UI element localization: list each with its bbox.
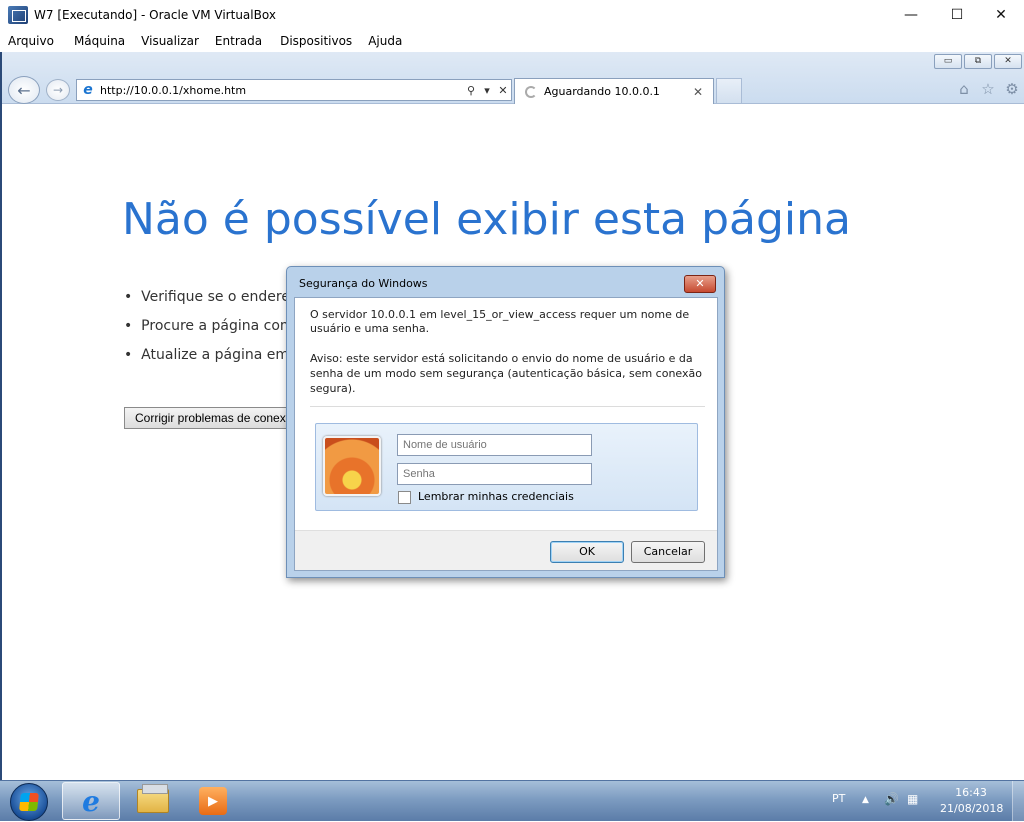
taskbar-file-explorer[interactable] [124, 782, 182, 820]
language-indicator[interactable]: PT [832, 792, 845, 805]
show-hidden-icons-icon[interactable]: ▲ [862, 795, 869, 805]
windows-security-dialog: Segurança do Windows ✕ O servidor 10.0.0… [286, 266, 725, 578]
browser-minimize-button[interactable]: ▭ [934, 54, 962, 69]
menu-dispositivos[interactable]: Dispositivos [272, 34, 360, 48]
username-field[interactable] [397, 434, 592, 456]
host-menubar: Arquivo Máquina Visualizar Entrada Dispo… [0, 30, 1024, 52]
host-minimize-button[interactable]: — [888, 0, 934, 30]
start-button[interactable] [10, 783, 48, 821]
ok-button[interactable]: OK [550, 541, 624, 563]
browser-toolbar: ▭ ⧉ ✕ ← → e http://10.0.0.1/xhome.htm ⚲ … [2, 52, 1024, 104]
tab-close-icon[interactable]: ✕ [693, 85, 709, 99]
menu-ajuda[interactable]: Ajuda [360, 34, 410, 48]
address-bar[interactable]: e http://10.0.0.1/xhome.htm ⚲ ▾ ✕ [76, 79, 512, 101]
back-button[interactable]: ← [8, 76, 40, 104]
folder-icon [137, 784, 169, 813]
host-titlebar: W7 [Executando] - Oracle VM VirtualBox [0, 0, 1024, 30]
tab-label: Aguardando 10.0.0.1 [544, 85, 660, 98]
error-bullet: • Verifique se o endereç [124, 289, 298, 305]
windows-logo-icon [19, 793, 39, 811]
dialog-title: Segurança do Windows [299, 277, 428, 290]
browser-close-button[interactable]: ✕ [994, 54, 1022, 69]
menu-maquina[interactable]: Máquina [66, 34, 133, 48]
virtualbox-icon [8, 6, 28, 24]
speaker-icon[interactable]: 🔊 [884, 792, 899, 806]
menu-visualizar[interactable]: Visualizar [133, 34, 207, 48]
ie-page-icon: e [83, 82, 93, 98]
dialog-message: O servidor 10.0.0.1 em level_15_or_view_… [310, 308, 690, 335]
tab-aguardando[interactable]: Aguardando 10.0.0.1 ✕ [514, 78, 714, 104]
remember-credentials-checkbox[interactable] [398, 491, 411, 504]
home-icon[interactable]: ⌂ [954, 78, 974, 100]
taskbar-internet-explorer[interactable]: e [62, 782, 120, 820]
error-title: Não é possível exibir esta página [122, 194, 851, 245]
network-icon[interactable]: ▦ [907, 792, 918, 806]
remember-credentials-label[interactable]: Lembrar minhas credenciais [418, 490, 574, 503]
credential-tile: Lembrar minhas credenciais [315, 423, 698, 511]
dialog-separator [310, 406, 705, 407]
menu-arquivo[interactable]: Arquivo [0, 34, 62, 48]
stop-icon[interactable]: ✕ [495, 84, 511, 97]
chevron-down-icon[interactable]: ▾ [479, 84, 495, 97]
host-maximize-button[interactable]: ☐ [934, 0, 980, 30]
password-field[interactable] [397, 463, 592, 485]
new-tab-button[interactable] [716, 78, 742, 104]
fix-connection-button[interactable]: Corrigir problemas de conexão [124, 407, 311, 429]
gear-icon[interactable]: ⚙ [1002, 78, 1022, 100]
host-window-title: W7 [Executando] - Oracle VM VirtualBox [34, 8, 276, 22]
dialog-titlebar[interactable]: Segurança do Windows ✕ [287, 267, 724, 297]
address-url[interactable]: http://10.0.0.1/xhome.htm [100, 84, 463, 97]
browser-restore-button[interactable]: ⧉ [964, 54, 992, 69]
dialog-warning: Aviso: este servidor está solicitando o … [310, 352, 702, 395]
cancel-button[interactable]: Cancelar [631, 541, 705, 563]
dialog-close-button[interactable]: ✕ [684, 275, 716, 293]
clock[interactable]: 16:43 21/08/2018 [940, 785, 1004, 817]
media-player-icon: ▶ [199, 787, 227, 815]
host-close-button[interactable]: ✕ [978, 0, 1024, 30]
taskbar-media-player[interactable]: ▶ [184, 782, 242, 820]
menu-entrada[interactable]: Entrada [207, 34, 270, 48]
forward-button[interactable]: → [46, 79, 70, 101]
browser-tools: ⌂ ☆ ⚙ [954, 78, 1022, 100]
dialog-body: O servidor 10.0.0.1 em level_15_or_view_… [294, 297, 718, 571]
error-bullet: • Atualize a página em p [124, 347, 303, 363]
loading-spinner-icon [525, 85, 537, 98]
show-desktop-button[interactable] [1012, 781, 1024, 822]
clock-time: 16:43 [955, 786, 987, 799]
clock-date: 21/08/2018 [940, 802, 1004, 815]
internet-explorer-icon: e [82, 784, 100, 818]
user-avatar-icon [323, 436, 381, 496]
taskbar: e ▶ PT ▲ 🔊 ▦ 16:43 21/08/2018 [0, 780, 1024, 822]
dialog-footer: OK Cancelar [295, 530, 717, 570]
error-bullet: • Procure a página com [124, 318, 294, 334]
search-icon[interactable]: ⚲ [463, 84, 479, 97]
favorites-star-icon[interactable]: ☆ [978, 78, 998, 100]
browser-window-buttons: ▭ ⧉ ✕ [934, 54, 1022, 69]
